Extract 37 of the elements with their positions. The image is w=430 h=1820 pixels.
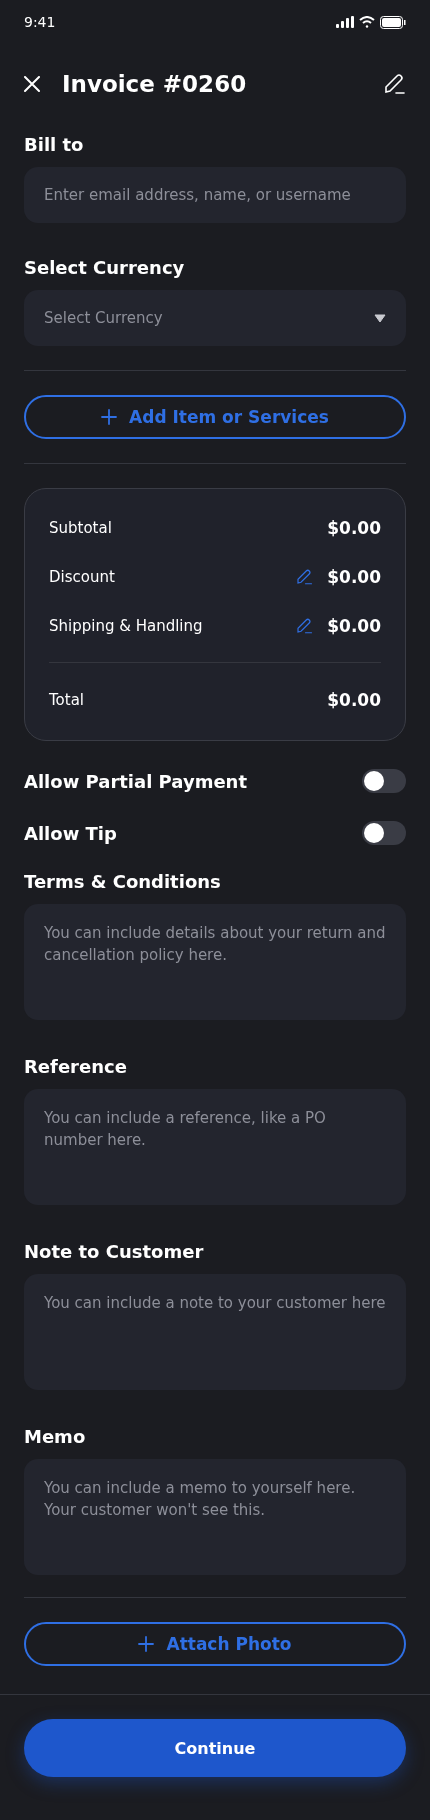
toggle-switch[interactable] bbox=[362, 821, 406, 845]
status-time: 9:41 bbox=[24, 14, 56, 30]
signal-icon bbox=[336, 16, 354, 28]
screen-title: Invoice #0260 bbox=[62, 71, 248, 97]
field-label: Bill to bbox=[24, 134, 84, 155]
plus-icon bbox=[138, 1636, 155, 1652]
dropdown-caret-icon bbox=[374, 313, 386, 323]
summary-value: $0.00 bbox=[327, 615, 381, 636]
field-label: Note to Customer bbox=[24, 1241, 204, 1262]
close-icon[interactable] bbox=[24, 76, 40, 92]
field-label: Terms & Conditions bbox=[24, 871, 221, 892]
currency-dropdown[interactable]: Select Currency bbox=[24, 290, 406, 346]
text-area[interactable]: You can include details about your return and cancellation policy here. bbox=[24, 904, 406, 1020]
edit-icon[interactable] bbox=[382, 72, 406, 96]
text-area[interactable]: You can include a memo to yourself here. Your customer won't see this. bbox=[24, 1459, 406, 1575]
text-area[interactable]: You can include a note to your customer here bbox=[24, 1274, 406, 1390]
summary-label: Shipping & Handling bbox=[49, 616, 204, 635]
summary-label: Subtotal bbox=[49, 518, 113, 537]
bill-to-field[interactable]: Enter email address, name, or username bbox=[24, 167, 406, 223]
field-label: Reference bbox=[24, 1056, 127, 1077]
text-area[interactable]: You can include a reference, like a PO number here. bbox=[24, 1089, 406, 1205]
total-value: $0.00 bbox=[327, 689, 381, 710]
toggle-label: Allow Partial Payment bbox=[24, 770, 248, 792]
battery-icon bbox=[380, 15, 406, 29]
summary-value: $0.00 bbox=[327, 566, 381, 587]
field-label: Memo bbox=[24, 1426, 86, 1447]
toggle-label: Allow Tip bbox=[24, 822, 117, 844]
summary-label: Discount bbox=[49, 567, 116, 586]
attach-photo-button[interactable]: Attach Photo bbox=[24, 1622, 406, 1666]
add-item-button[interactable]: Add Item or Services bbox=[24, 395, 406, 439]
toggle-switch[interactable] bbox=[362, 769, 406, 793]
total-label: Total bbox=[49, 690, 86, 709]
continue-button[interactable]: Continue bbox=[24, 1719, 406, 1777]
summary-value: $0.00 bbox=[327, 517, 381, 538]
field-label: Select Currency bbox=[24, 257, 185, 278]
plus-icon bbox=[101, 409, 118, 425]
wifi-icon bbox=[359, 16, 375, 28]
